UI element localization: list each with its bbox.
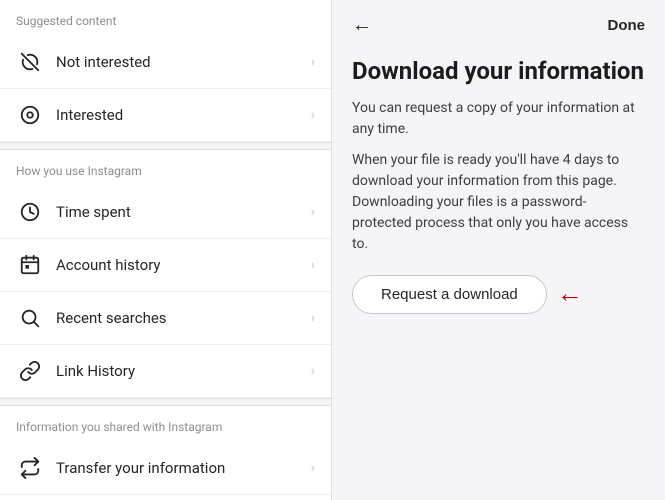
page-description-2: When your file is ready you'll have 4 da… (352, 150, 645, 255)
done-button[interactable]: Done (608, 17, 646, 34)
link-icon (16, 357, 44, 385)
recent-searches-label: Recent searches (56, 309, 311, 327)
section-suggested-label: Suggested content (0, 0, 331, 36)
search-icon (16, 304, 44, 332)
interested-icon (16, 101, 44, 129)
left-panel: Suggested content Not interested › Inter… (0, 0, 332, 500)
chevron-icon: › (311, 204, 315, 220)
transfer-info-label: Transfer your information (56, 459, 311, 477)
menu-item-account-history[interactable]: Account history › (0, 239, 331, 292)
page-description-1: You can request a copy of your informati… (352, 98, 645, 140)
chevron-icon: › (311, 54, 315, 70)
not-interested-label: Not interested (56, 53, 311, 71)
request-btn-container: Request a download ← (352, 275, 645, 314)
menu-item-recent-searches[interactable]: Recent searches › (0, 292, 331, 345)
transfer-icon (16, 454, 44, 482)
chevron-icon: › (311, 363, 315, 379)
chevron-icon: › (311, 310, 315, 326)
divider (0, 142, 331, 150)
calendar-icon (16, 251, 44, 279)
time-spent-label: Time spent (56, 203, 311, 221)
right-content: Download your information You can reques… (332, 47, 665, 500)
section-usage-label: How you use Instagram (0, 150, 331, 186)
not-interested-icon (16, 48, 44, 76)
account-history-label: Account history (56, 256, 311, 274)
menu-item-transfer-info[interactable]: Transfer your information › (0, 442, 331, 495)
divider2 (0, 398, 331, 406)
chevron-icon: › (311, 460, 315, 476)
request-download-button[interactable]: Request a download (352, 275, 547, 314)
link-history-label: Link History (56, 362, 311, 380)
interested-label: Interested (56, 106, 311, 124)
page-title: Download your information (352, 57, 645, 86)
right-panel: ← Done Download your information You can… (332, 0, 665, 500)
section-shared-label: Information you shared with Instagram (0, 406, 331, 442)
menu-item-link-history[interactable]: Link History › (0, 345, 331, 398)
back-button[interactable]: ← (352, 14, 372, 37)
menu-item-not-interested[interactable]: Not interested › (0, 36, 331, 89)
menu-item-interested[interactable]: Interested › (0, 89, 331, 142)
menu-item-download-info[interactable]: Download your information ← › (0, 495, 331, 500)
menu-item-time-spent[interactable]: Time spent › (0, 186, 331, 239)
right-header: ← Done (332, 0, 665, 47)
red-arrow-right-icon: ← (557, 281, 583, 307)
clock-icon (16, 198, 44, 226)
chevron-icon: › (311, 107, 315, 123)
chevron-icon: › (311, 257, 315, 273)
